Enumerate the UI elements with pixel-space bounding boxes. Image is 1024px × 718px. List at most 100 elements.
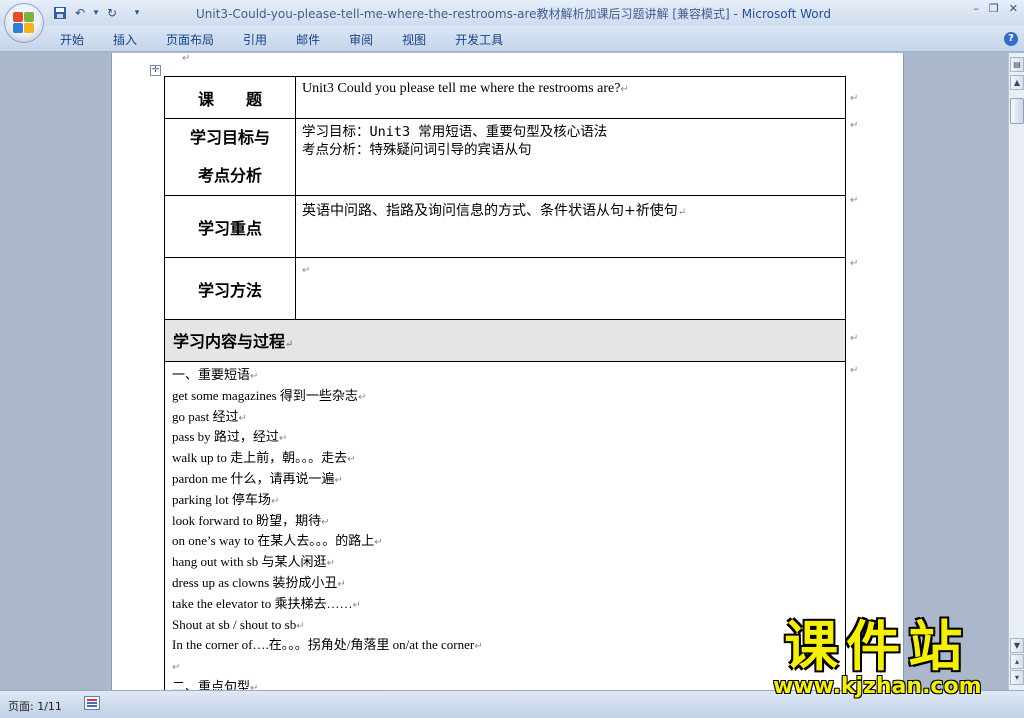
ribbon-tab-bar: 开始 插入 页面布局 引用 邮件 审阅 视图 开发工具 ? <box>0 26 1024 52</box>
goals-label-line-1: 学习目标与 <box>189 128 270 147</box>
content-text: take the elevator to 乘扶梯去…… <box>172 595 353 611</box>
table-row-goals: 学习目标与 考点分析 学习目标：Unit3 常用短语、重要句型及核心语法 考点分… <box>164 118 846 196</box>
scroll-up-icon[interactable]: ▲ <box>1010 75 1024 90</box>
content-line: 一、重要短语↵ <box>172 365 838 386</box>
close-icon[interactable]: ✕ <box>1009 2 1018 15</box>
content-line: walk up to 走上前，朝。。。走去↵ <box>172 448 838 469</box>
content-text: dress up as clowns 装扮成小丑 <box>172 574 338 590</box>
office-button[interactable] <box>4 3 44 43</box>
table-row-method: 学习方法 ↵ <box>164 257 846 320</box>
scroll-thumb[interactable] <box>1010 98 1024 124</box>
previous-page-icon[interactable]: ▴ <box>1010 654 1024 669</box>
paragraph-mark: ↵ <box>296 620 305 632</box>
table-row-content: 一、重要短语↵ get some magazines 得到一些杂志↵ go pa… <box>164 361 846 690</box>
table-move-handle-icon[interactable]: ✛ <box>150 65 161 76</box>
content-line: parking lot 停车场↵ <box>172 490 838 511</box>
table-row-section-head: 学习内容与过程↵ <box>164 319 846 362</box>
paragraph-mark: ↵ <box>337 578 346 590</box>
goals-label: 学习目标与 考点分析 <box>164 118 296 196</box>
content-line: on one’s way to 在某人去。。。的路上↵ <box>172 531 838 552</box>
paragraph-mark: ↵ <box>172 662 181 674</box>
scroll-down-icon[interactable]: ▼ <box>1010 638 1024 653</box>
method-label: 学习方法 <box>164 257 296 320</box>
paragraph-mark: ↵ <box>374 537 383 549</box>
content-text: In the corner of….在。。。拐角处/角落里 on/at the … <box>172 637 475 653</box>
content-text: 一、重要短语 <box>172 367 251 382</box>
section-title-text: 学习内容与过程 <box>173 332 286 351</box>
paragraph-mark: ↵ <box>326 558 335 570</box>
minimize-icon[interactable]: – <box>973 2 979 15</box>
ribbon-tabs: 开始 插入 页面布局 引用 邮件 审阅 视图 开发工具 <box>60 31 532 48</box>
ruler-toggle-icon[interactable]: ▤ <box>1010 57 1024 72</box>
tab-references[interactable]: 引用 <box>243 31 267 48</box>
content-line: Shout at sb / shout to sb↵ <box>172 615 838 636</box>
undo-dropdown-icon[interactable]: ▾ <box>92 5 100 21</box>
document-title: Unit3-Could-you-please-tell-me-where-the… <box>196 7 742 21</box>
vertical-scrollbar[interactable]: ▤ ▲ ▼ ▴ ▾ <box>1008 53 1024 690</box>
content-line: In the corner of….在。。。拐角处/角落里 on/at the … <box>172 635 838 656</box>
tab-mailings[interactable]: 邮件 <box>296 31 320 48</box>
focus-text: 英语中问路、指路及询问信息的方式、条件状语从句+祈使句 <box>302 203 678 219</box>
content-line: ↵ <box>172 656 838 677</box>
method-value[interactable]: ↵ <box>295 257 846 320</box>
content-text: pass by 路过，经过 <box>172 429 279 445</box>
document-area[interactable]: ↵ 课 题 Unit3 Could you please tell me whe… <box>0 53 1008 690</box>
tab-home[interactable]: 开始 <box>60 31 84 48</box>
content-text: 二、重点句型 <box>172 678 251 690</box>
content-line: get some magazines 得到一些杂志↵ <box>172 386 838 407</box>
proofing-icon[interactable] <box>84 696 100 710</box>
focus-value[interactable]: 英语中问路、指路及询问信息的方式、条件状语从句+祈使句↵ <box>295 195 846 258</box>
content-text: on one’s way to 在某人去。。。的路上 <box>172 533 375 549</box>
undo-icon[interactable]: ↶ <box>72 5 88 21</box>
topic-value[interactable]: Unit3 Could you please tell me where the… <box>295 76 846 119</box>
tab-view[interactable]: 视图 <box>402 31 426 48</box>
tab-page-layout[interactable]: 页面布局 <box>166 31 214 48</box>
paragraph-mark: ↵ <box>334 474 343 486</box>
content-line: go past 经过↵ <box>172 407 838 428</box>
topic-text: Unit3 Could you please tell me where the… <box>302 81 621 96</box>
goals-value[interactable]: 学习目标：Unit3 常用短语、重要句型及核心语法 考点分析：特殊疑问词引导的宾… <box>295 118 846 196</box>
watermark-url: www.kjzhan.com <box>773 674 982 699</box>
page-count[interactable]: 页面: 1/11 <box>8 698 62 714</box>
content-cell[interactable]: 一、重要短语↵ get some magazines 得到一些杂志↵ go pa… <box>164 361 846 690</box>
paragraph-mark: ↵ <box>182 53 191 64</box>
goals-label-line-2: 考点分析 <box>197 166 262 185</box>
help-icon[interactable]: ? <box>1004 32 1018 46</box>
tab-developer[interactable]: 开发工具 <box>455 31 503 48</box>
document-page[interactable]: ↵ 课 题 Unit3 Could you please tell me whe… <box>111 53 904 690</box>
end-of-row-mark: ↵ <box>850 120 859 131</box>
window-title: Unit3-Could-you-please-tell-me-where-the… <box>196 5 831 22</box>
content-text: Shout at sb / shout to sb <box>172 616 297 632</box>
watermark-title: 课件站 <box>784 615 971 678</box>
content-text: hang out with sb 与某人闲逛 <box>172 554 327 570</box>
section-title[interactable]: 学习内容与过程↵ <box>164 319 846 362</box>
content-text: get some magazines 得到一些杂志 <box>172 387 358 403</box>
content-line: look forward to 盼望，期待↵ <box>172 511 838 532</box>
paragraph-mark: ↵ <box>278 433 288 445</box>
paragraph-mark: ↵ <box>474 641 483 653</box>
watermark-logo: 课件站 www.kjzhan.com <box>773 615 982 699</box>
end-of-row-mark: ↵ <box>850 258 859 269</box>
goals-text-2: 考点分析：特殊疑问词引导的宾语从句 <box>302 142 532 158</box>
paragraph-mark: ↵ <box>250 682 259 690</box>
end-of-row-mark: ↵ <box>850 365 859 376</box>
paragraph-mark: ↵ <box>250 371 259 382</box>
end-of-row-mark: ↵ <box>850 195 859 206</box>
tab-review[interactable]: 审阅 <box>349 31 373 48</box>
office-logo-icon <box>13 12 35 34</box>
tab-insert[interactable]: 插入 <box>113 31 137 48</box>
content-line: pardon me 什么，请再说一遍↵ <box>172 469 838 490</box>
redo-icon[interactable]: ↻ <box>104 5 120 21</box>
paragraph-mark: ↵ <box>321 516 330 528</box>
table-row-topic: 课 题 Unit3 Could you please tell me where… <box>164 76 846 119</box>
save-icon[interactable] <box>52 5 68 21</box>
next-page-icon[interactable]: ▾ <box>1010 670 1024 685</box>
content-text: walk up to 走上前，朝。。。走去 <box>172 450 348 466</box>
paragraph-mark: ↵ <box>285 339 294 350</box>
restore-icon[interactable]: ❐ <box>989 2 999 15</box>
customize-qat-icon[interactable]: ▾ <box>132 5 142 21</box>
end-of-row-mark: ↵ <box>850 333 859 344</box>
paragraph-mark: ↵ <box>620 84 629 95</box>
content-line: hang out with sb 与某人闲逛↵ <box>172 552 838 573</box>
paragraph-mark: ↵ <box>302 265 311 276</box>
